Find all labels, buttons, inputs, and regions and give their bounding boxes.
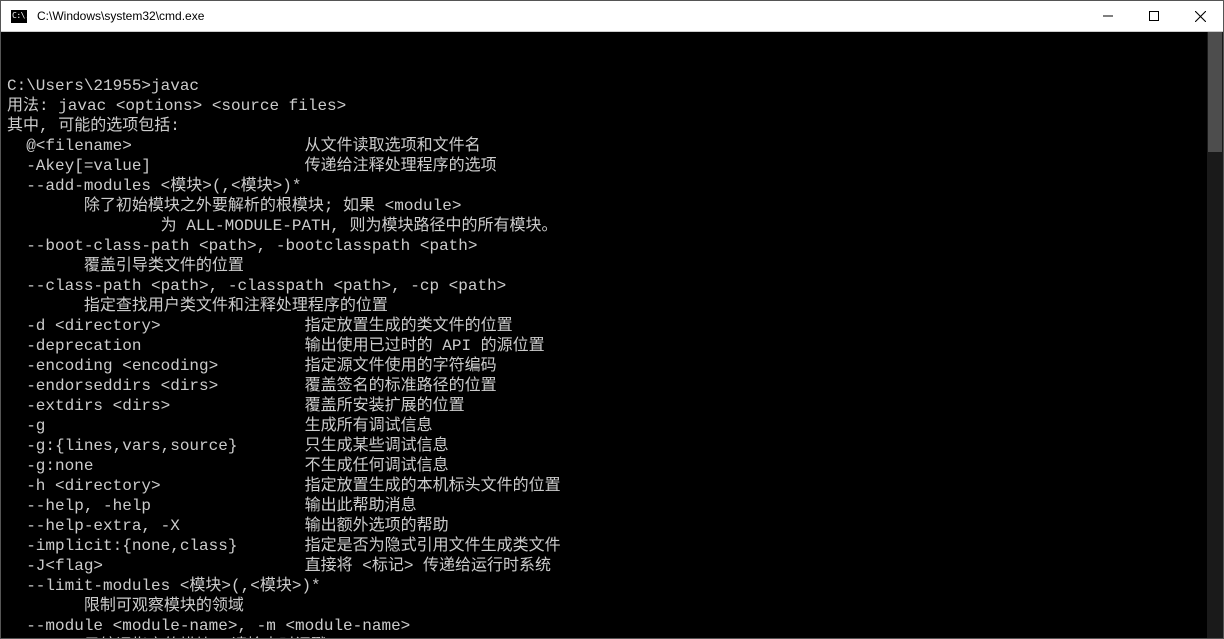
terminal-line: --class-path <path>, -classpath <path>, … — [7, 276, 1217, 296]
terminal-line: -extdirs <dirs> 覆盖所安装扩展的位置 — [7, 396, 1217, 416]
terminal-line: 指定查找用户类文件和注释处理程序的位置 — [7, 296, 1217, 316]
close-button[interactable] — [1177, 1, 1223, 31]
terminal-line: C:\Users\21955>javac — [7, 76, 1217, 96]
terminal-line: --limit-modules <模块>(,<模块>)* — [7, 576, 1217, 596]
terminal-line: -g:{lines,vars,source} 只生成某些调试信息 — [7, 436, 1217, 456]
terminal-line: @<filename> 从文件读取选项和文件名 — [7, 136, 1217, 156]
terminal-area[interactable]: C:\Users\21955>javac用法: javac <options> … — [1, 32, 1223, 638]
maximize-button[interactable] — [1131, 1, 1177, 31]
terminal-line: -g:none 不生成任何调试信息 — [7, 456, 1217, 476]
minimize-button[interactable] — [1085, 1, 1131, 31]
terminal-line: -encoding <encoding> 指定源文件使用的字符编码 — [7, 356, 1217, 376]
terminal-line: --help-extra, -X 输出额外选项的帮助 — [7, 516, 1217, 536]
terminal-content: C:\Users\21955>javac用法: javac <options> … — [7, 76, 1217, 638]
terminal-line: --boot-class-path <path>, -bootclasspath… — [7, 236, 1217, 256]
maximize-icon — [1149, 11, 1159, 21]
terminal-line: -endorseddirs <dirs> 覆盖签名的标准路径的位置 — [7, 376, 1217, 396]
terminal-line: 为 ALL-MODULE-PATH, 则为模块路径中的所有模块。 — [7, 216, 1217, 236]
terminal-line: -Akey[=value] 传递给注释处理程序的选项 — [7, 156, 1217, 176]
terminal-line: 用法: javac <options> <source files> — [7, 96, 1217, 116]
terminal-line: 其中, 可能的选项包括: — [7, 116, 1217, 136]
terminal-line: 覆盖引导类文件的位置 — [7, 256, 1217, 276]
window-title: C:\Windows\system32\cmd.exe — [37, 9, 1085, 23]
terminal-line: -implicit:{none,class} 指定是否为隐式引用文件生成类文件 — [7, 536, 1217, 556]
terminal-line: -J<flag> 直接将 <标记> 传递给运行时系统 — [7, 556, 1217, 576]
terminal-line: -h <directory> 指定放置生成的本机标头文件的位置 — [7, 476, 1217, 496]
close-icon — [1195, 11, 1206, 22]
window-icon-wrap: C:\. — [1, 10, 37, 23]
terminal-line: --module <module-name>, -m <module-name> — [7, 616, 1217, 636]
terminal-line: --help, -help 输出此帮助消息 — [7, 496, 1217, 516]
terminal-line: -deprecation 输出使用已过时的 API 的源位置 — [7, 336, 1217, 356]
cmd-icon: C:\. — [11, 10, 27, 23]
terminal-line: 只编译指定的模块, 请检查时间戳 — [7, 636, 1217, 638]
scrollbar-thumb[interactable] — [1208, 32, 1222, 152]
cmd-icon-glyph: C:\. — [12, 12, 29, 20]
minimize-icon — [1103, 11, 1113, 21]
cmd-window: C:\. C:\Windows\system32\cmd.exe C:\User… — [0, 0, 1224, 639]
terminal-line: 限制可观察模块的领域 — [7, 596, 1217, 616]
titlebar[interactable]: C:\. C:\Windows\system32\cmd.exe — [1, 1, 1223, 32]
terminal-line: -d <directory> 指定放置生成的类文件的位置 — [7, 316, 1217, 336]
terminal-line: 除了初始模块之外要解析的根模块; 如果 <module> — [7, 196, 1217, 216]
scrollbar[interactable] — [1207, 32, 1223, 638]
terminal-line: --add-modules <模块>(,<模块>)* — [7, 176, 1217, 196]
window-controls — [1085, 1, 1223, 31]
terminal-line: -g 生成所有调试信息 — [7, 416, 1217, 436]
